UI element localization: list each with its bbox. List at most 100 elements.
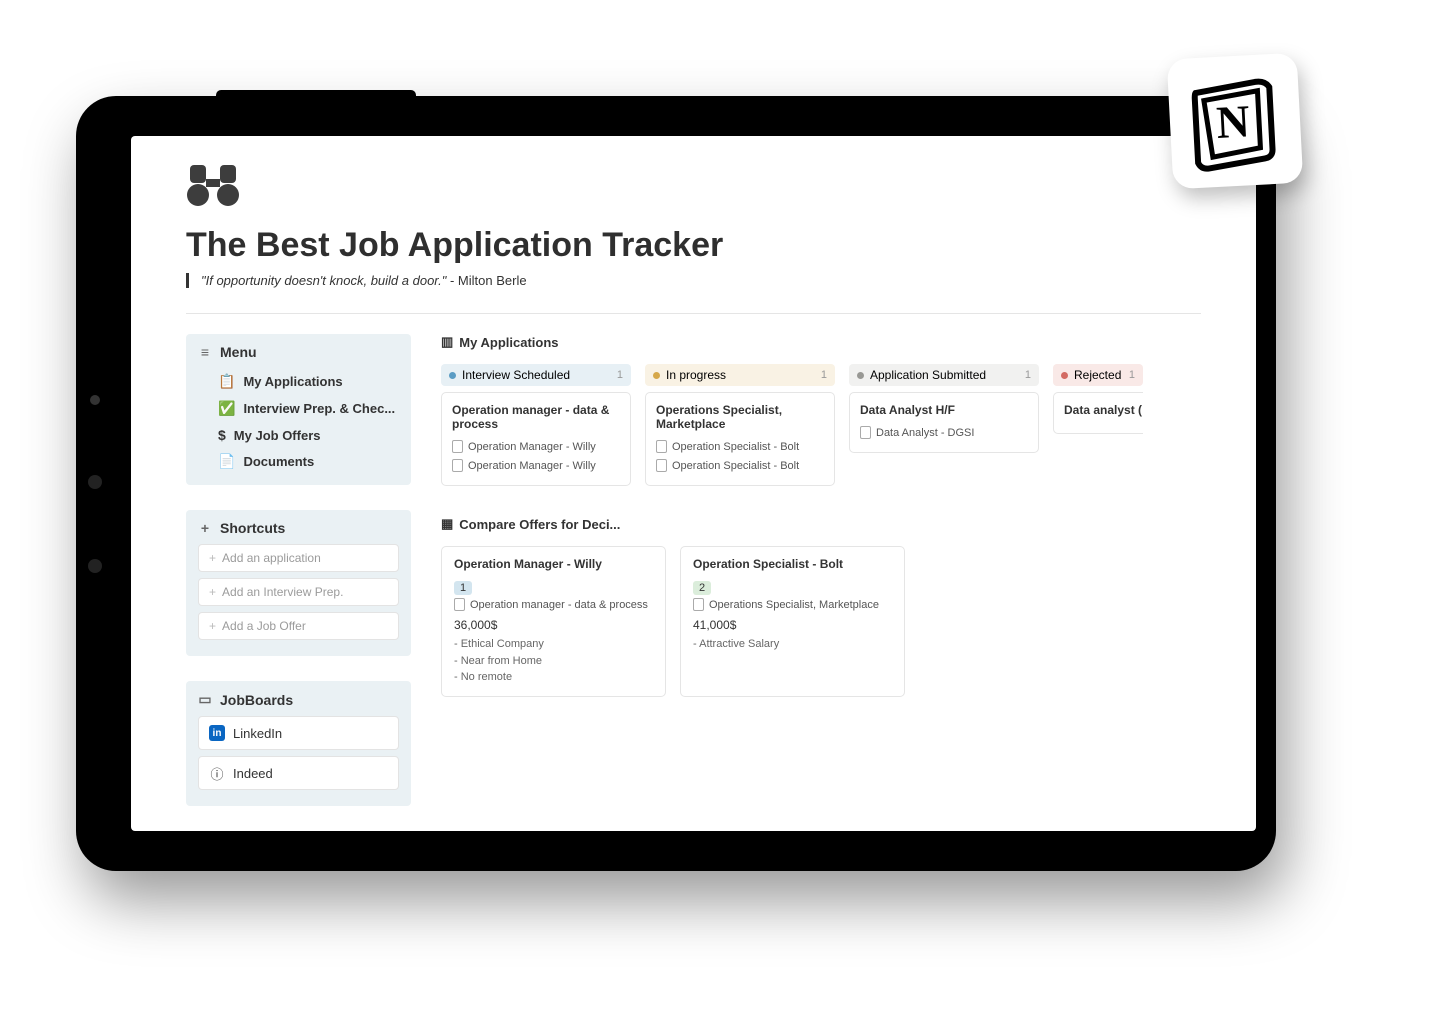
status-dot <box>1061 372 1068 379</box>
gallery-icon: ▦ <box>441 516 453 532</box>
jobboards-header: ▭ JobBoards <box>198 691 399 708</box>
compare-title: Operation Specialist - Bolt <box>693 557 892 571</box>
plus-icon: + <box>198 520 212 536</box>
dollar-icon: $ <box>218 427 226 443</box>
doc-link[interactable]: Operation Manager - Willy <box>452 437 620 456</box>
col-count: 1 <box>617 369 623 381</box>
board-icon: ▥ <box>441 334 453 350</box>
plus-icon: + <box>209 551 216 565</box>
menu-header: ≡ Menu <box>198 344 399 360</box>
shortcut-label: Add an Interview Prep. <box>222 585 343 599</box>
hamburger-icon: ≡ <box>198 344 212 360</box>
col-count: 1 <box>1025 369 1031 381</box>
jobboard-linkedin[interactable]: in LinkedIn <box>198 716 399 750</box>
page-icon <box>656 459 667 472</box>
binoculars-icon <box>186 161 240 207</box>
compare-card[interactable]: Operation Specialist - Bolt 2 Operations… <box>680 546 905 697</box>
doc-link[interactable]: Operation manager - data & process <box>454 595 653 614</box>
add-application-button[interactable]: + Add an application <box>198 544 399 572</box>
applications-section-title[interactable]: ▥ My Applications <box>441 334 1201 350</box>
menu-item-job-offers[interactable]: $ My Job Offers <box>198 422 399 448</box>
jobboard-indeed[interactable]: ⓘ Indeed <box>198 756 399 790</box>
page-icon[interactable] <box>186 161 1201 216</box>
page-title[interactable]: The Best Job Application Tracker <box>186 226 1201 265</box>
notion-icon: N <box>1182 68 1287 173</box>
salary-text: 36,000$ <box>454 618 653 632</box>
col-header[interactable]: Interview Scheduled 1 <box>441 364 631 386</box>
quote-text: "If opportunity doesn't knock, build a d… <box>201 273 446 288</box>
col-header[interactable]: Application Submitted 1 <box>849 364 1039 386</box>
status-dot <box>449 372 456 379</box>
menu-item-interview-prep[interactable]: ✅ Interview Prep. & Chec... <box>198 395 399 422</box>
doc-label: Operation Manager - Willy <box>468 460 596 472</box>
card-title: Data Analyst H/F <box>860 403 1028 417</box>
doc-link[interactable]: Data Analyst - DGSI <box>860 423 1028 442</box>
clipboard-icon: 📋 <box>218 373 235 390</box>
kanban-card[interactable]: Data Analyst H/F Data Analyst - DGSI <box>849 392 1039 453</box>
jobboard-label: LinkedIn <box>233 726 282 741</box>
doc-label: Data Analyst - DGSI <box>876 427 974 439</box>
note-text: - Attractive Salary <box>693 636 892 653</box>
doc-label: Operation Specialist - Bolt <box>672 441 799 453</box>
note-text: - No remote <box>454 669 653 686</box>
compare-title: Operation Manager - Willy <box>454 557 653 571</box>
card-title: Operation manager - data & process <box>452 403 620 431</box>
kanban-col-submitted: Application Submitted 1 Data Analyst H/F… <box>849 364 1039 486</box>
quote-author: - Milton Berle <box>446 273 526 288</box>
rank-badge: 2 <box>693 581 711 595</box>
quote-block: "If opportunity doesn't knock, build a d… <box>186 273 1201 288</box>
col-title: Rejected <box>1074 368 1121 382</box>
linkedin-icon: in <box>209 725 225 741</box>
divider <box>186 313 1201 314</box>
add-interview-prep-button[interactable]: + Add an Interview Prep. <box>198 578 399 606</box>
shortcut-label: Add a Job Offer <box>222 619 306 633</box>
page-icon <box>452 459 463 472</box>
page-icon <box>860 426 871 439</box>
menu-item-label: My Applications <box>243 374 342 389</box>
col-header[interactable]: In progress 1 <box>645 364 835 386</box>
rank-badge: 1 <box>454 581 472 595</box>
menu-item-applications[interactable]: 📋 My Applications <box>198 368 399 395</box>
doc-label: Operation Specialist - Bolt <box>672 460 799 472</box>
status-dot <box>857 372 864 379</box>
kanban-card[interactable]: Operation manager - data & process Opera… <box>441 392 631 486</box>
kanban-col-interview-scheduled: Interview Scheduled 1 Operation manager … <box>441 364 631 486</box>
col-title: In progress <box>666 368 726 382</box>
col-count: 1 <box>821 369 827 381</box>
kanban-card[interactable]: Operations Specialist, Marketplace Opera… <box>645 392 835 486</box>
browser-icon: ▭ <box>198 691 212 708</box>
doc-label: Operation manager - data & process <box>470 599 648 611</box>
card-title: Operations Specialist, Marketplace <box>656 403 824 431</box>
add-job-offer-button[interactable]: + Add a Job Offer <box>198 612 399 640</box>
compare-section-title[interactable]: ▦ Compare Offers for Deci... <box>441 516 1201 532</box>
doc-label: Operations Specialist, Marketplace <box>709 599 879 611</box>
doc-link[interactable]: Operations Specialist, Marketplace <box>693 595 892 614</box>
page-icon <box>452 440 463 453</box>
shortcuts-block: + Shortcuts + Add an application + Add a… <box>186 510 411 656</box>
section-title-text: Compare Offers for Deci... <box>459 517 620 532</box>
screen: The Best Job Application Tracker "If opp… <box>131 136 1256 831</box>
card-title: Data analyst ( <box>1064 403 1133 417</box>
menu-item-label: Documents <box>243 454 314 469</box>
kanban-col-in-progress: In progress 1 Operations Specialist, Mar… <box>645 364 835 486</box>
document-icon: 📄 <box>218 453 235 470</box>
check-icon: ✅ <box>218 400 235 417</box>
shortcuts-header: + Shortcuts <box>198 520 399 536</box>
col-header[interactable]: Rejected 1 <box>1053 364 1143 386</box>
menu-item-label: My Job Offers <box>234 428 321 443</box>
compare-card[interactable]: Operation Manager - Willy 1 Operation ma… <box>441 546 666 697</box>
page-icon <box>693 598 704 611</box>
doc-link[interactable]: Operation Specialist - Bolt <box>656 456 824 475</box>
menu-item-documents[interactable]: 📄 Documents <box>198 448 399 475</box>
col-count: 1 <box>1129 369 1135 381</box>
status-dot <box>653 372 660 379</box>
indeed-icon: ⓘ <box>209 765 225 781</box>
shortcut-label: Add an application <box>222 551 321 565</box>
jobboard-label: Indeed <box>233 766 273 781</box>
doc-link[interactable]: Operation Manager - Willy <box>452 456 620 475</box>
doc-link[interactable]: Operation Specialist - Bolt <box>656 437 824 456</box>
col-title: Interview Scheduled <box>462 368 570 382</box>
page-icon <box>656 440 667 453</box>
note-text: - Near from Home <box>454 653 653 670</box>
kanban-card[interactable]: Data analyst ( <box>1053 392 1143 434</box>
